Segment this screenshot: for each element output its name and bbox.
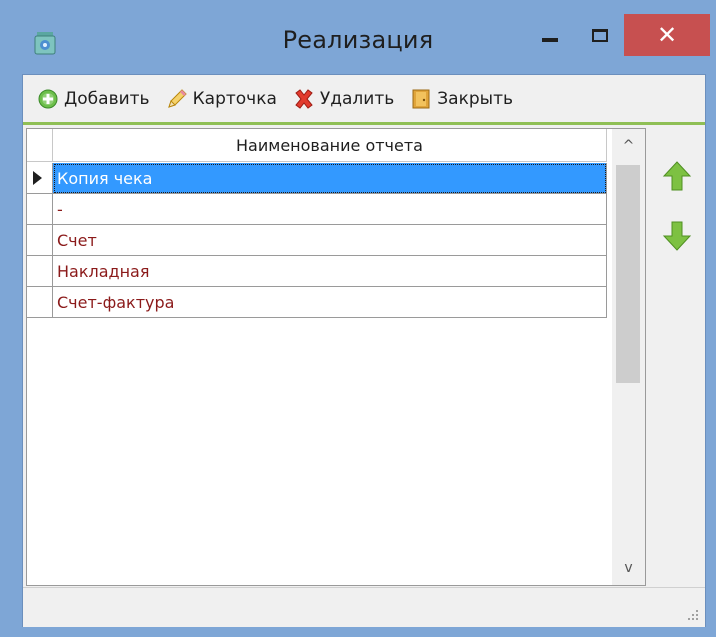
row-indicator[interactable] [27, 225, 53, 256]
chevron-up-icon: ^ [622, 138, 635, 154]
move-up-arrow-icon[interactable] [662, 160, 692, 192]
table-cell[interactable]: - [53, 194, 607, 225]
delete-button[interactable]: Удалить [293, 88, 394, 110]
minimize-button[interactable] [528, 14, 572, 56]
close-window-button[interactable]: ✕ [624, 14, 710, 56]
table-row[interactable]: - [27, 194, 607, 225]
row-indicator[interactable] [27, 256, 53, 287]
report-grid: Наименование отчета Копия чека - Счет На… [26, 128, 646, 586]
title-bar[interactable]: Реализация ✕ [0, 0, 716, 74]
table-cell[interactable]: Копия чека [53, 163, 607, 194]
row-indicator[interactable] [27, 163, 53, 194]
card-button[interactable]: Карточка [166, 88, 277, 110]
close-icon: ✕ [656, 21, 678, 49]
current-row-pointer-icon [33, 171, 42, 185]
table-cell[interactable]: Накладная [53, 256, 607, 287]
table-row[interactable]: Счет [27, 225, 607, 256]
resize-grip-icon[interactable] [687, 609, 699, 621]
window: Реализация ✕ Добавить Карточка Удалить З… [0, 0, 716, 637]
table-row[interactable]: Счет-фактура [27, 287, 607, 318]
delete-x-icon [295, 89, 313, 109]
column-header-report-name[interactable]: Наименование отчета [53, 129, 607, 162]
add-label: Добавить [64, 89, 150, 109]
grid-header-row: Наименование отчета [27, 129, 607, 163]
client-area: Добавить Карточка Удалить Закрыть Наимен… [22, 74, 706, 627]
pencil-icon [167, 89, 187, 108]
close-label: Закрыть [437, 89, 513, 109]
add-button[interactable]: Добавить [37, 88, 150, 110]
header-indicator-cell [27, 129, 53, 162]
scroll-down-button[interactable]: v [612, 551, 645, 585]
scrollbar-thumb[interactable] [616, 165, 640, 383]
close-button[interactable]: Закрыть [410, 88, 513, 110]
chevron-down-icon: v [624, 560, 633, 576]
maximize-icon [592, 28, 608, 42]
vertical-scrollbar[interactable]: ^ v [612, 129, 645, 585]
row-indicator[interactable] [27, 194, 53, 225]
table-row[interactable]: Копия чека [27, 163, 607, 194]
move-down-arrow-icon[interactable] [662, 220, 692, 252]
delete-label: Удалить [319, 89, 395, 109]
minimize-icon [542, 38, 558, 42]
add-circle-icon [38, 89, 58, 109]
scroll-up-button[interactable]: ^ [612, 129, 645, 163]
toolbar-separator [23, 122, 705, 125]
table-cell[interactable]: Счет [53, 225, 607, 256]
card-label: Карточка [192, 89, 277, 109]
table-row[interactable]: Накладная [27, 256, 607, 287]
reorder-panel [650, 128, 704, 586]
toolbar: Добавить Карточка Удалить Закрыть [23, 75, 705, 123]
table-cell[interactable]: Счет-фактура [53, 287, 607, 318]
grid-table: Наименование отчета Копия чека - Счет На… [27, 129, 607, 318]
door-icon [412, 89, 430, 109]
row-indicator[interactable] [27, 287, 53, 318]
status-bar [23, 587, 705, 627]
maximize-button[interactable] [578, 14, 622, 56]
